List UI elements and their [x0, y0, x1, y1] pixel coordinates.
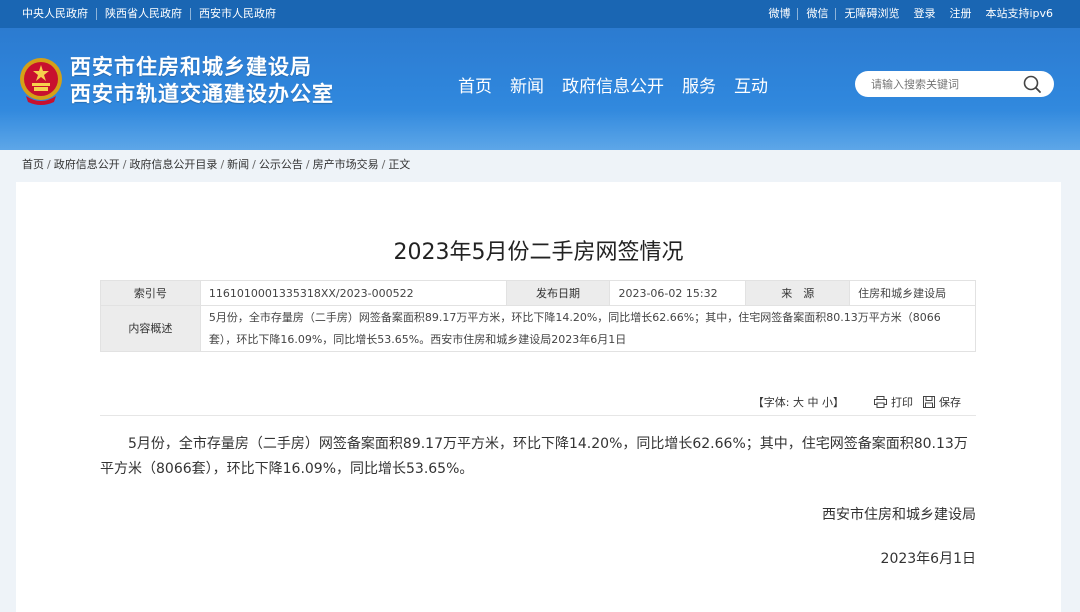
- article-sign-date: 2023年6月1日: [880, 551, 976, 567]
- crumb-separator: /: [47, 158, 51, 171]
- crumb-separator: /: [305, 158, 310, 171]
- article-card: 2023年5月份二手房网签情况 索引号 1161010001335318XX/2…: [16, 182, 1061, 612]
- search-input[interactable]: [871, 75, 1021, 93]
- site-header: 西安市住房和城乡建设局 西安市轨道交通建设办公室 首页 新闻 政府信息公开 服务…: [0, 28, 1080, 150]
- site-title-line2: 西安市轨道交通建设办公室: [70, 82, 334, 106]
- print-button[interactable]: 打印: [874, 394, 913, 410]
- print-icon: [874, 396, 887, 408]
- index-value: 1161010001335318XX/2023-000522: [199, 280, 507, 306]
- crumb-gov-catalog[interactable]: 政府信息公开目录: [129, 158, 217, 172]
- crumb-news[interactable]: 新闻: [227, 158, 249, 172]
- link-central-gov[interactable]: 中央人民政府: [22, 8, 96, 20]
- breadcrumb: 首页 / 政府信息公开 / 政府信息公开目录 / 新闻 / 公示公告 / 房产市场交易 / …: [22, 158, 410, 172]
- national-emblem-icon[interactable]: [18, 56, 64, 106]
- article-meta-table: 索引号 1161010001335318XX/2023-000522 发布日期 …: [100, 280, 977, 352]
- header-glow: [0, 110, 1080, 150]
- tools-divider: [100, 415, 976, 416]
- crumb-market[interactable]: 房产市场交易: [313, 158, 379, 172]
- site-title[interactable]: 西安市住房和城乡建设局 西安市轨道交通建设办公室: [70, 54, 334, 108]
- site-links: 微博 微信 无障碍浏览 登录 注册 本站支持ipv6: [761, 8, 1060, 20]
- save-label: 保存: [939, 396, 961, 409]
- nav-interaction[interactable]: 互动: [734, 76, 768, 98]
- source-label: 来 源: [745, 280, 851, 306]
- link-shaanxi-gov[interactable]: 陕西省人民政府: [96, 8, 190, 20]
- source-value: 住房和城乡建设局: [849, 280, 976, 306]
- search-box: [855, 71, 1054, 97]
- save-icon: [923, 396, 935, 408]
- save-button[interactable]: 保存: [923, 394, 961, 410]
- link-accessibility[interactable]: 无障碍浏览: [835, 8, 906, 20]
- date-value: 2023-06-02 15:32: [609, 280, 747, 306]
- search-icon[interactable]: [1022, 74, 1042, 94]
- font-size-switcher[interactable]: 【字体: 大 中 小】: [753, 394, 844, 410]
- gov-links: 中央人民政府 陕西省人民政府 西安市人民政府: [22, 8, 284, 20]
- nav-gov-info[interactable]: 政府信息公开: [562, 76, 664, 98]
- article-tools: 【字体: 大 中 小】 打印 保存: [753, 394, 961, 410]
- link-login[interactable]: 登录: [906, 8, 942, 20]
- main-nav: 首页 新闻 政府信息公开 服务 互动: [458, 76, 786, 98]
- print-label: 打印: [891, 396, 913, 409]
- crumb-separator: /: [252, 158, 256, 171]
- link-wechat[interactable]: 微信: [797, 8, 835, 20]
- link-register[interactable]: 注册: [942, 8, 978, 20]
- crumb-current: 正文: [388, 158, 411, 171]
- ipv6-note: 本站支持ipv6: [985, 7, 1053, 20]
- crumb-notices[interactable]: 公示公告: [259, 158, 303, 172]
- crumb-separator: /: [122, 158, 127, 171]
- index-label: 索引号: [100, 280, 201, 306]
- article-signature: 西安市住房和城乡建设局: [822, 507, 976, 523]
- link-weibo[interactable]: 微博: [761, 8, 797, 20]
- nav-home[interactable]: 首页: [458, 76, 492, 98]
- site-title-line1: 西安市住房和城乡建设局: [70, 55, 312, 79]
- link-xian-gov[interactable]: 西安市人民政府: [190, 8, 284, 20]
- article-title: 2023年5月份二手房网签情况: [393, 240, 684, 265]
- crumb-separator: /: [220, 158, 225, 171]
- crumb-gov-info[interactable]: 政府信息公开: [54, 158, 120, 172]
- article-body: 5月份，全市存量房（二手房）网签备案面积89.17万平方米，环比下降14.20%…: [100, 436, 968, 477]
- nav-services[interactable]: 服务: [682, 76, 716, 98]
- date-label: 发布日期: [505, 280, 611, 306]
- top-utility-bar: 中央人民政府 陕西省人民政府 西安市人民政府 微博 微信 无障碍浏览 登录 注册…: [0, 0, 1080, 28]
- crumb-home[interactable]: 首页: [22, 158, 44, 172]
- summary-label: 内容概述: [100, 305, 201, 352]
- crumb-separator: /: [381, 158, 386, 171]
- summary-value: 5月份，全市存量房（二手房）网签备案面积89.17万平方米，环比下降14.20%…: [199, 305, 977, 352]
- nav-news[interactable]: 新闻: [510, 76, 544, 98]
